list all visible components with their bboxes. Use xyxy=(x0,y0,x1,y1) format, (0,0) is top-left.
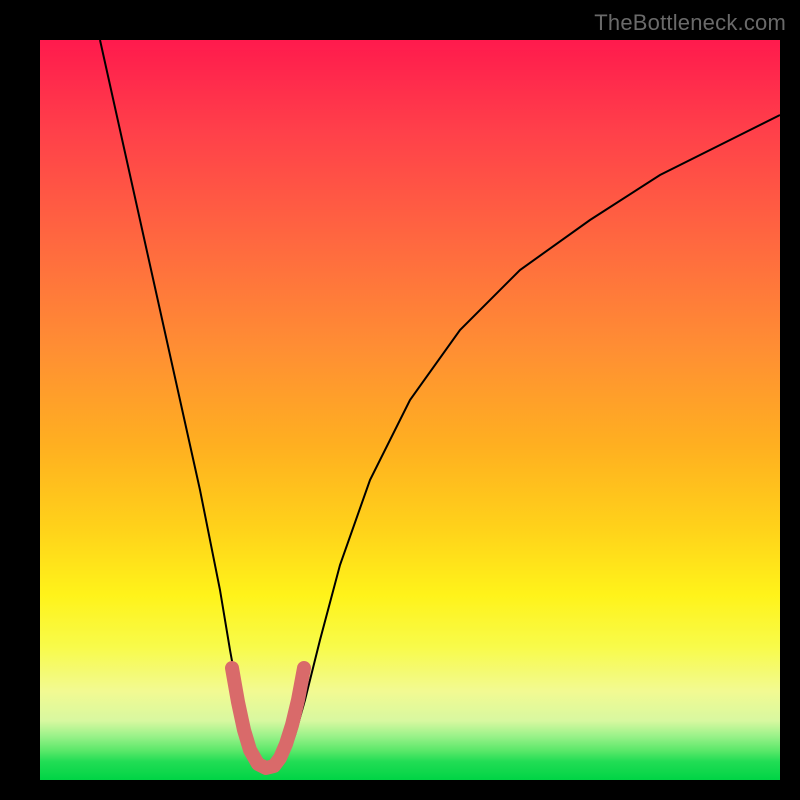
valley-highlight xyxy=(232,668,304,768)
watermark-text: TheBottleneck.com xyxy=(594,10,786,36)
curve-layer xyxy=(40,40,780,780)
plot-area xyxy=(40,40,780,780)
chart-frame: TheBottleneck.com xyxy=(0,0,800,800)
bottleneck-curve xyxy=(100,40,780,768)
